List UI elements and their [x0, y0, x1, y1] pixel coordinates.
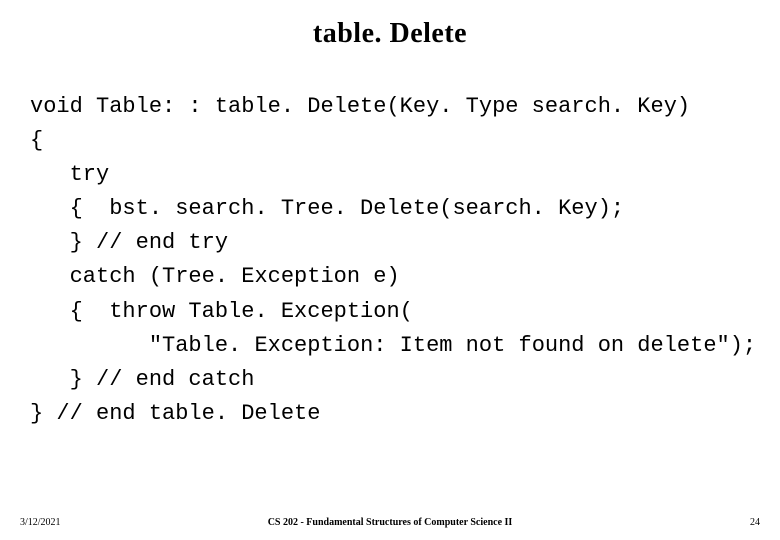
slide-title: table. Delete — [0, 18, 780, 50]
slide: table. Delete void Table: : table. Delet… — [0, 0, 780, 540]
code-block: void Table: : table. Delete(Key. Type se… — [30, 90, 760, 431]
footer-page-number: 24 — [750, 517, 760, 528]
footer-course: CS 202 - Fundamental Structures of Compu… — [0, 517, 780, 528]
